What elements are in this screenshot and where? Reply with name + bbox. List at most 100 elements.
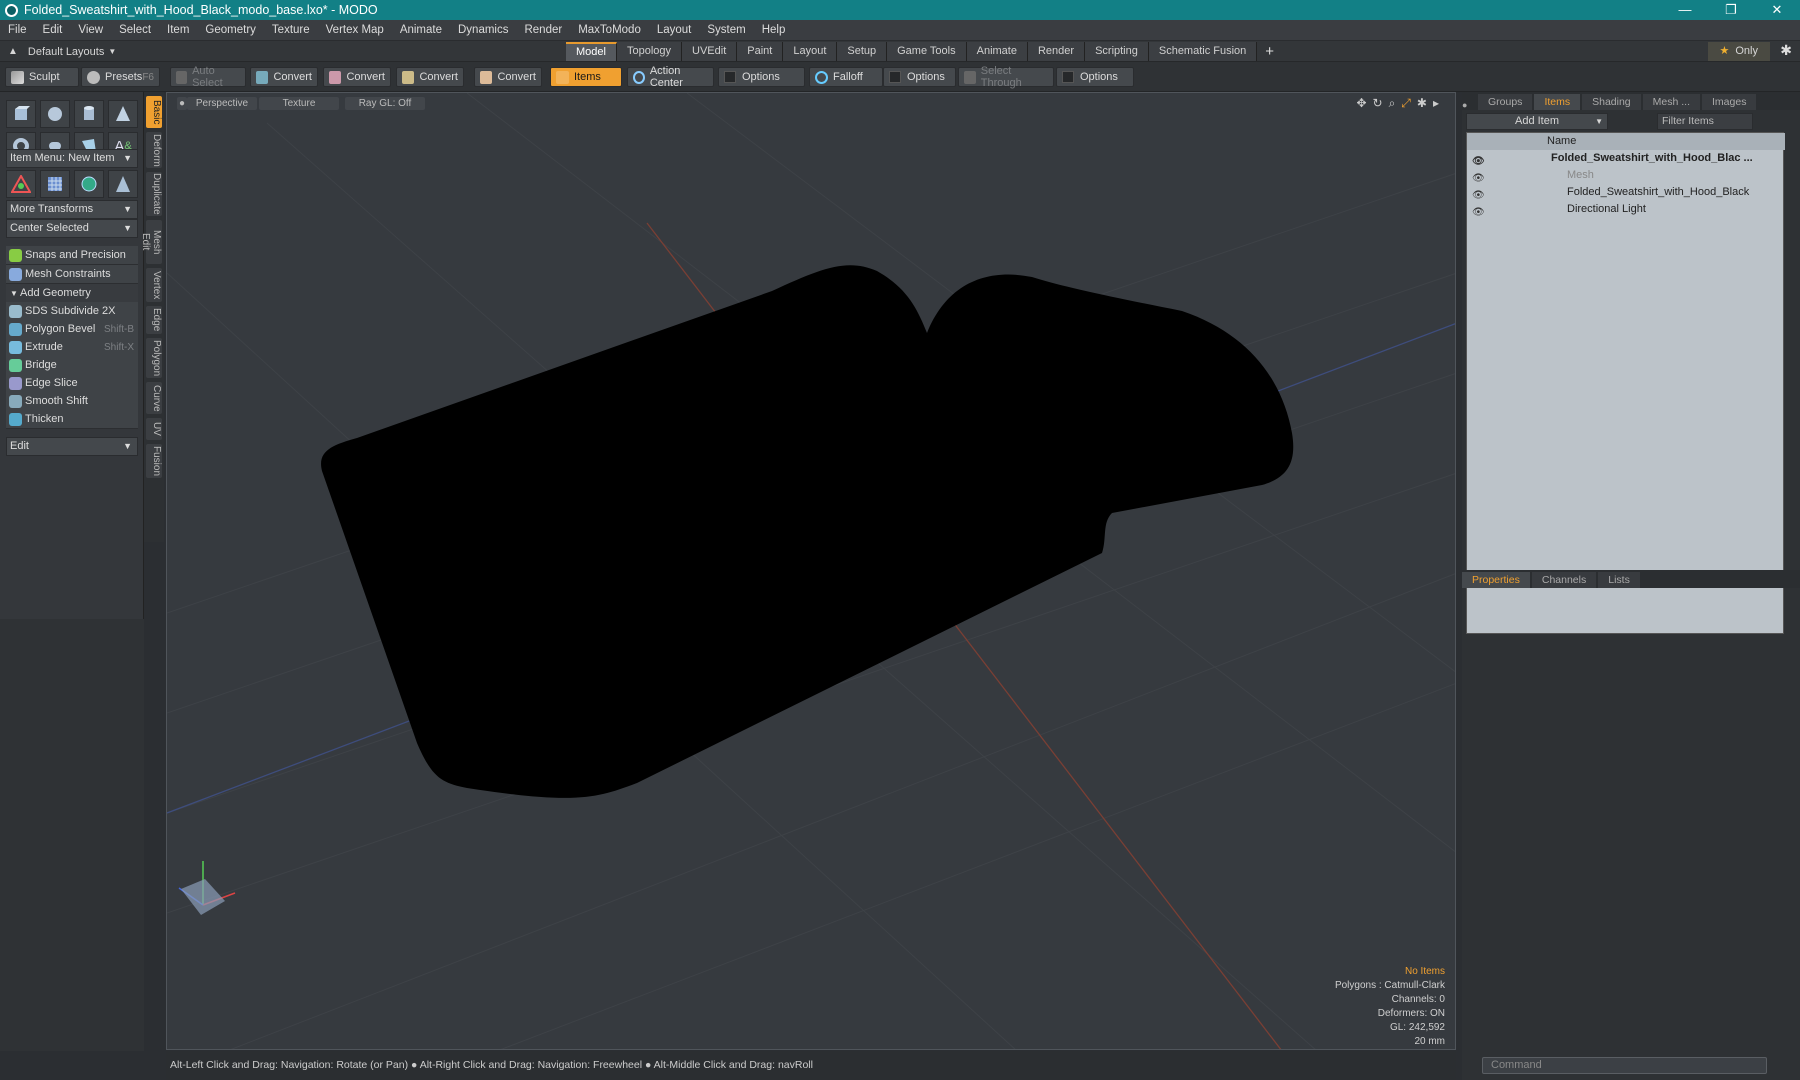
vtab-uv[interactable]: UV [146, 418, 162, 440]
folded-sweatshirt-mesh[interactable] [321, 265, 1294, 798]
menu-system[interactable]: System [699, 20, 753, 41]
tab-setup[interactable]: Setup [837, 42, 888, 61]
auto-select-button[interactable]: Auto Select [170, 65, 246, 89]
extrude-button[interactable]: Extrude Shift-X [6, 338, 138, 357]
add-geometry-header[interactable]: ▼ Add Geometry [6, 284, 138, 303]
menu-layout[interactable]: Layout [649, 20, 700, 41]
tab-shading[interactable]: Shading [1582, 94, 1641, 110]
tab-channels[interactable]: Channels [1531, 572, 1597, 588]
vtab-mesh-edit[interactable]: Mesh Edit [140, 220, 162, 264]
sculpt-button[interactable]: Sculpt [5, 67, 79, 87]
presets-button[interactable]: Presets F6 [81, 67, 160, 87]
3d-viewport[interactable]: ● Perspective Texture Ray GL: Off ✥ ↻ ⌕ … [166, 92, 1456, 1050]
menu-help[interactable]: Help [754, 20, 794, 41]
tab-properties[interactable]: Properties [1462, 572, 1530, 588]
tab-game-tools[interactable]: Game Tools [887, 42, 967, 61]
globe-icon[interactable] [74, 170, 104, 198]
viewport-menu-dot[interactable]: ● [177, 97, 187, 110]
tab-model[interactable]: Model [566, 42, 617, 61]
menu-file[interactable]: File [0, 20, 35, 41]
vtab-fusion[interactable]: Fusion [146, 444, 162, 478]
edge-slice-button[interactable]: Edge Slice [6, 374, 138, 393]
add-tab-icon[interactable]: + [1265, 42, 1274, 61]
convert-vertex-button[interactable]: Convert [250, 67, 318, 87]
menu-texture[interactable]: Texture [264, 20, 318, 41]
maximize-button[interactable]: ❐ [1708, 0, 1754, 20]
command-input[interactable]: Command [1482, 1057, 1767, 1074]
close-button[interactable]: ✕ [1754, 0, 1800, 20]
tab-schematic-fusion[interactable]: Schematic Fusion [1148, 42, 1258, 61]
pan-icon[interactable]: ✥ [1356, 96, 1366, 111]
tab-topology[interactable]: Topology [616, 42, 683, 61]
panel-menu-dot[interactable]: ● [1462, 100, 1478, 110]
smooth-shift-button[interactable]: Smooth Shift [6, 392, 138, 411]
minimize-button[interactable]: — [1662, 0, 1708, 20]
tab-scripting[interactable]: Scripting [1085, 42, 1149, 61]
edit-dropdown[interactable]: Edit ▼ [6, 437, 138, 456]
snaps-precision-button[interactable]: Snaps and Precision [6, 246, 138, 265]
tab-groups[interactable]: Groups [1478, 94, 1533, 110]
eye-icon[interactable]: 👁 [1472, 204, 1485, 221]
sphere-icon[interactable] [40, 100, 70, 128]
convert-edge-button[interactable]: Convert [323, 67, 391, 87]
list-item-sweatshirt[interactable]: 👁 Folded_Sweatshirt_with_Hood_Black [1467, 184, 1785, 201]
item-menu-dropdown[interactable]: Item Menu: New Item ▼ [6, 149, 138, 168]
more-transforms-dropdown[interactable]: More Transforms ▼ [6, 200, 138, 219]
menu-maxtomodo[interactable]: MaxToModo [570, 20, 649, 41]
convert-polygon-button[interactable]: Convert [396, 67, 464, 87]
cone-icon[interactable] [108, 100, 138, 128]
menu-geometry[interactable]: Geometry [197, 20, 264, 41]
tab-mesh[interactable]: Mesh ... [1642, 94, 1701, 110]
center-selected-dropdown[interactable]: Center Selected ▼ [6, 219, 138, 238]
only-toggle[interactable]: ★ Only [1707, 42, 1770, 61]
tab-render[interactable]: Render [1027, 42, 1086, 61]
vtab-basic[interactable]: Basic [146, 96, 162, 128]
cube-icon[interactable] [6, 100, 36, 128]
shading-dropdown[interactable]: Texture [259, 97, 339, 110]
convert-items-button[interactable]: Convert [474, 67, 542, 87]
default-layouts-dropdown[interactable]: ▲ Default Layouts ▼ [4, 41, 116, 62]
menu-item[interactable]: Item [159, 20, 197, 41]
vtab-deform[interactable]: Deform [146, 132, 162, 168]
options-checkbox-2[interactable] [889, 71, 901, 83]
fit-icon[interactable]: ⤢ [1401, 96, 1411, 111]
menu-view[interactable]: View [70, 20, 111, 41]
add-item-button[interactable]: Add Item ▼ [1466, 113, 1608, 130]
tab-uvedit[interactable]: UVEdit [682, 42, 738, 61]
menu-select[interactable]: Select [111, 20, 159, 41]
transform-icon[interactable] [6, 170, 36, 198]
list-item-scene[interactable]: 👁 Folded_Sweatshirt_with_Hood_Blac ... [1467, 150, 1785, 167]
viewport-settings-icon[interactable]: ✱ [1417, 96, 1427, 111]
raygl-toggle[interactable]: Ray GL: Off [345, 97, 425, 110]
menu-animate[interactable]: Animate [392, 20, 450, 41]
pyramid-grid-icon[interactable] [108, 170, 138, 198]
menu-edit[interactable]: Edit [35, 20, 71, 41]
name-column-header[interactable]: Name [1547, 133, 1576, 150]
polygon-bevel-button[interactable]: Polygon Bevel Shift-B [6, 320, 138, 339]
list-item-directional-light[interactable]: 👁 Directional Light [1467, 201, 1785, 218]
tab-lists[interactable]: Lists [1598, 572, 1640, 588]
options-checkbox-1[interactable] [724, 71, 736, 83]
mesh-constraints-button[interactable]: Mesh Constraints [6, 265, 138, 284]
falloff-button[interactable]: Falloff [809, 67, 883, 87]
view-type-dropdown[interactable]: Perspective [187, 97, 257, 110]
cylinder-icon[interactable] [74, 100, 104, 128]
bridge-button[interactable]: Bridge [6, 356, 138, 375]
options-checkbox-3[interactable] [1062, 71, 1074, 83]
tab-images[interactable]: Images [1702, 94, 1757, 110]
vtab-polygon[interactable]: Polygon [146, 338, 162, 378]
thicken-button[interactable]: Thicken [6, 410, 138, 429]
sds-subdivide-button[interactable]: SDS Subdivide 2X [6, 302, 138, 321]
menu-render[interactable]: Render [516, 20, 570, 41]
tab-layout[interactable]: Layout [783, 42, 838, 61]
list-item-mesh[interactable]: 👁 Mesh [1467, 167, 1785, 184]
vtab-duplicate[interactable]: Duplicate [146, 172, 162, 216]
vtab-edge[interactable]: Edge [146, 306, 162, 334]
action-center-options[interactable]: Options [718, 67, 805, 87]
zoom-icon[interactable]: ⌕ [1389, 96, 1396, 111]
expand-arrow-icon[interactable]: ▸ [1433, 96, 1439, 111]
items-mode-button[interactable]: Items [550, 67, 622, 87]
filter-items-input[interactable]: Filter Items [1657, 113, 1753, 130]
vtab-curve[interactable]: Curve [146, 382, 162, 414]
rotate-icon[interactable]: ↻ [1373, 96, 1383, 111]
